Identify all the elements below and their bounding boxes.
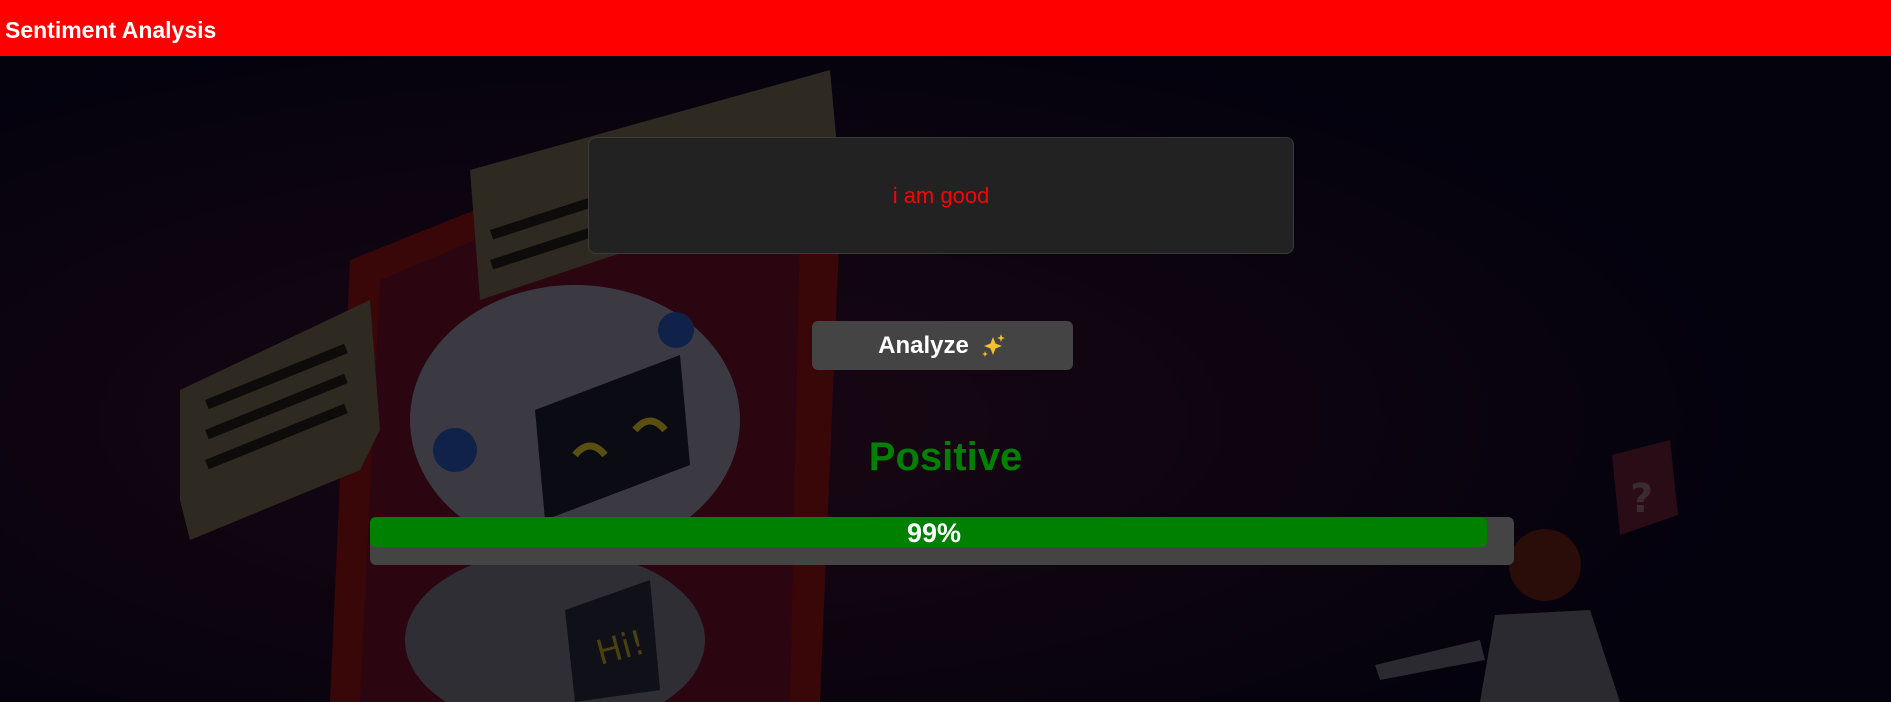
analyze-button-label: Analyze xyxy=(878,331,969,359)
robot-illustration: Hi! xyxy=(405,285,740,702)
question-mark-text: ? xyxy=(1630,476,1653,522)
confidence-progress-bar: 99% xyxy=(370,517,1514,565)
app-page: Hi! ? Sentiment Analysis Analyze Positiv… xyxy=(0,0,1891,702)
app-header: Sentiment Analysis xyxy=(0,0,1891,56)
sentiment-result: Positive xyxy=(868,435,1023,479)
confidence-percentage: 99% xyxy=(906,518,962,548)
analyze-button[interactable]: Analyze xyxy=(812,321,1073,370)
text-input[interactable] xyxy=(588,137,1294,254)
app-title: Sentiment Analysis xyxy=(5,17,217,43)
sparkles-icon xyxy=(981,333,1005,357)
